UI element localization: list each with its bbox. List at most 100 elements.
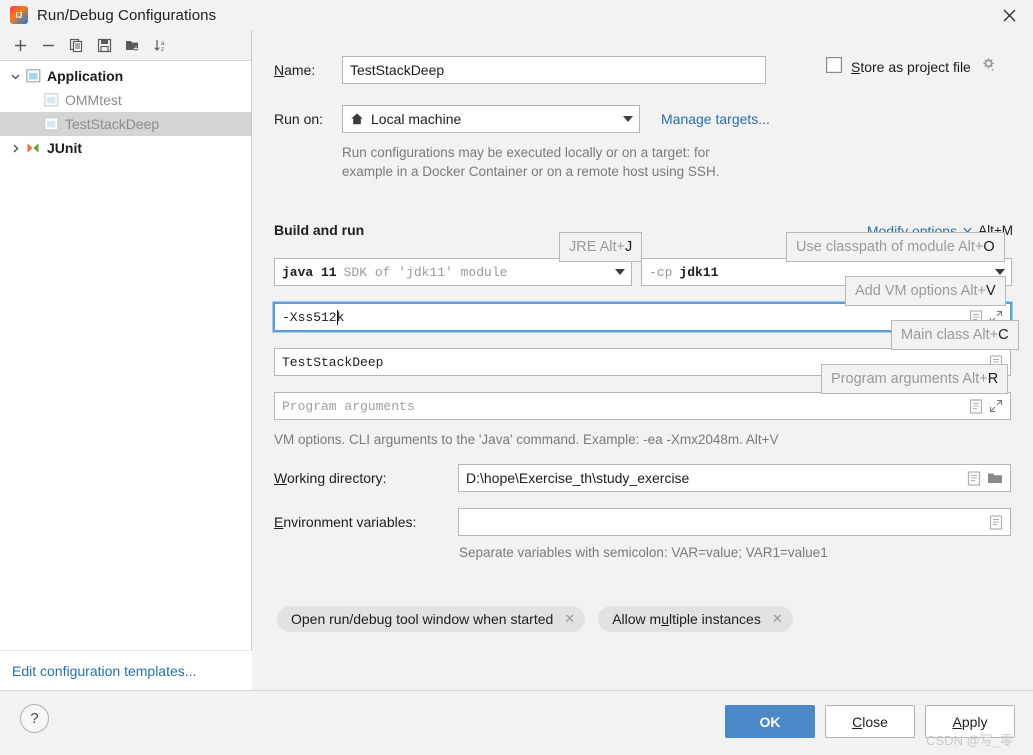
copy-configuration-button[interactable] (62, 32, 90, 58)
window-title: Run/Debug Configurations (37, 6, 217, 24)
run-debug-configurations-dialog: Run/Debug Configurations (0, 0, 1033, 755)
configuration-icon (42, 92, 60, 108)
environment-variables-hint: Separate variables with semicolon: VAR=v… (459, 545, 828, 560)
close-icon (1002, 8, 1017, 23)
jre-value-bold: java 11 (282, 264, 337, 280)
program-arguments-input[interactable]: Program arguments (274, 392, 1011, 420)
name-input-value: TestStackDeep (350, 62, 445, 78)
add-configuration-button[interactable] (6, 32, 34, 58)
working-directory-macro-icon[interactable] (967, 470, 981, 486)
close-chip-icon[interactable]: ✕ (772, 611, 783, 627)
tooltip-text: Use classpath of module Alt+ (796, 239, 984, 255)
working-directory-value: D:\hope\Exercise_th\study_exercise (466, 470, 690, 486)
environment-variables-input[interactable] (458, 508, 1011, 536)
name-label: Name: (274, 62, 316, 78)
tree-item-ommtest[interactable]: OMMtest (0, 88, 251, 112)
sort-alpha-icon: a z (153, 38, 168, 53)
chip-label-before: Allow m (612, 611, 662, 627)
tooltip-main-class: Main class Alt+ C (891, 320, 1019, 350)
help-button[interactable]: ? (20, 704, 49, 733)
chip-label-after: ltiple instances (669, 611, 761, 627)
name-input[interactable]: TestStackDeep (342, 56, 766, 84)
tree-label: TestStackDeep (65, 116, 160, 132)
copy-icon (69, 38, 84, 53)
working-directory-browse-folder-icon[interactable] (987, 471, 1003, 485)
tooltip-key: R (987, 371, 999, 387)
close-chip-icon[interactable]: ✕ (564, 611, 575, 627)
store-as-project-file-label: Store as project file (851, 59, 971, 75)
tree-label: OMMtest (65, 92, 122, 108)
tooltip-key: V (985, 283, 996, 299)
tooltip-add-vm-options: Add VM options Alt+ V (845, 276, 1006, 306)
working-directory-label: Working directory: (274, 470, 387, 486)
tooltip-key: O (983, 239, 995, 255)
tree-label: JUnit (47, 140, 82, 156)
chip-open-run-debug-tool-window[interactable]: Open run/debug tool window when started … (277, 606, 586, 632)
tooltip-jre: JRE Alt+ J (559, 232, 643, 262)
chevron-down-icon[interactable] (6, 67, 24, 85)
manage-targets-link[interactable]: Manage targets... (661, 111, 770, 127)
sidebar-toolbar: a z (0, 30, 251, 61)
new-folder-button[interactable] (118, 32, 146, 58)
close-button[interactable]: Close (825, 705, 915, 738)
sort-configurations-button[interactable]: a z (146, 32, 174, 58)
tooltip-use-classpath-of-module: Use classpath of module Alt+ O (786, 232, 1005, 262)
working-directory-input[interactable]: D:\hope\Exercise_th\study_exercise (458, 464, 1011, 492)
tooltip-key: C (998, 327, 1009, 343)
ok-button[interactable]: OK (725, 705, 815, 738)
edit-configuration-templates[interactable]: Edit configuration templates... (0, 650, 252, 690)
titlebar: Run/Debug Configurations (0, 0, 1033, 30)
program-arguments-macro-icon[interactable] (969, 398, 983, 414)
program-arguments-placeholder: Program arguments (282, 398, 415, 414)
store-as-project-file-checkbox[interactable] (826, 56, 843, 78)
chevron-right-icon[interactable] (6, 139, 24, 157)
configuration-form: Name: TestStackDeep Store as project fil… (253, 30, 1033, 690)
run-on-hint: Run configurations may be executed local… (342, 143, 812, 181)
tooltip-text: JRE Alt+ (569, 239, 626, 255)
tree-item-teststackdeep[interactable]: TestStackDeep (0, 112, 251, 136)
run-on-row: Run on: Local machine Manage targets... (274, 105, 770, 133)
svg-text:z: z (161, 47, 164, 53)
minus-icon (41, 38, 56, 53)
run-on-combobox[interactable]: Local machine (342, 105, 640, 133)
run-on-hint-line1: Run configurations may be executed local… (342, 145, 710, 160)
footer-buttons: OK Close Apply (725, 705, 1015, 738)
environment-variables-row: Environment variables: (274, 508, 1011, 536)
tree-label: Application (47, 68, 124, 84)
chip-allow-multiple-instances[interactable]: Allow multiple instances ✕ (598, 606, 793, 632)
run-on-hint-line2: example in a Docker Container or on a re… (342, 164, 720, 179)
tree-group-application[interactable]: Application (0, 64, 251, 88)
close-window-button[interactable] (985, 0, 1033, 30)
tooltip-text: Main class Alt+ (901, 327, 999, 343)
environment-variables-label: Environment variables: (274, 514, 417, 530)
chevron-down-icon[interactable] (623, 116, 633, 122)
run-on-label: Run on: (274, 111, 324, 127)
jre-value-description: SDK of 'jdk11' module (343, 264, 508, 280)
text-cursor (337, 309, 339, 325)
program-arguments-expand-icon[interactable] (989, 399, 1003, 413)
classpath-prefix: -cp (649, 264, 673, 280)
question-mark-icon: ? (30, 710, 39, 727)
application-icon (24, 68, 42, 84)
configurations-tree: Application OMMtest TestStackDeep JUnit (0, 61, 251, 160)
edit-configuration-templates-link[interactable]: Edit configuration templates... (12, 663, 196, 679)
save-icon (97, 38, 112, 53)
local-machine-icon (350, 112, 364, 126)
name-row: Name: TestStackDeep (274, 56, 766, 84)
tooltip-text: Add VM options Alt+ (855, 283, 986, 299)
save-configuration-button[interactable] (90, 32, 118, 58)
apply-button[interactable]: Apply (925, 705, 1015, 738)
environment-variables-edit-icon[interactable] (989, 514, 1003, 530)
tooltip-program-arguments: Program arguments Alt+ R (821, 364, 1009, 394)
vm-options-hint: VM options. CLI arguments to the 'Java' … (274, 432, 779, 447)
chevron-down-icon[interactable] (615, 269, 625, 275)
jre-combobox[interactable]: java 11 SDK of 'jdk11' module (274, 258, 632, 286)
tree-group-junit[interactable]: JUnit (0, 136, 251, 160)
chip-label-mnemonic: u (661, 611, 669, 627)
folder-add-icon (125, 38, 140, 53)
store-as-project-file-row[interactable]: Store as project file (826, 56, 997, 78)
chevron-down-icon[interactable] (995, 269, 1005, 275)
remove-configuration-button[interactable] (34, 32, 62, 58)
gear-icon[interactable] (980, 56, 997, 78)
apply-button-label: Apply (952, 713, 988, 730)
